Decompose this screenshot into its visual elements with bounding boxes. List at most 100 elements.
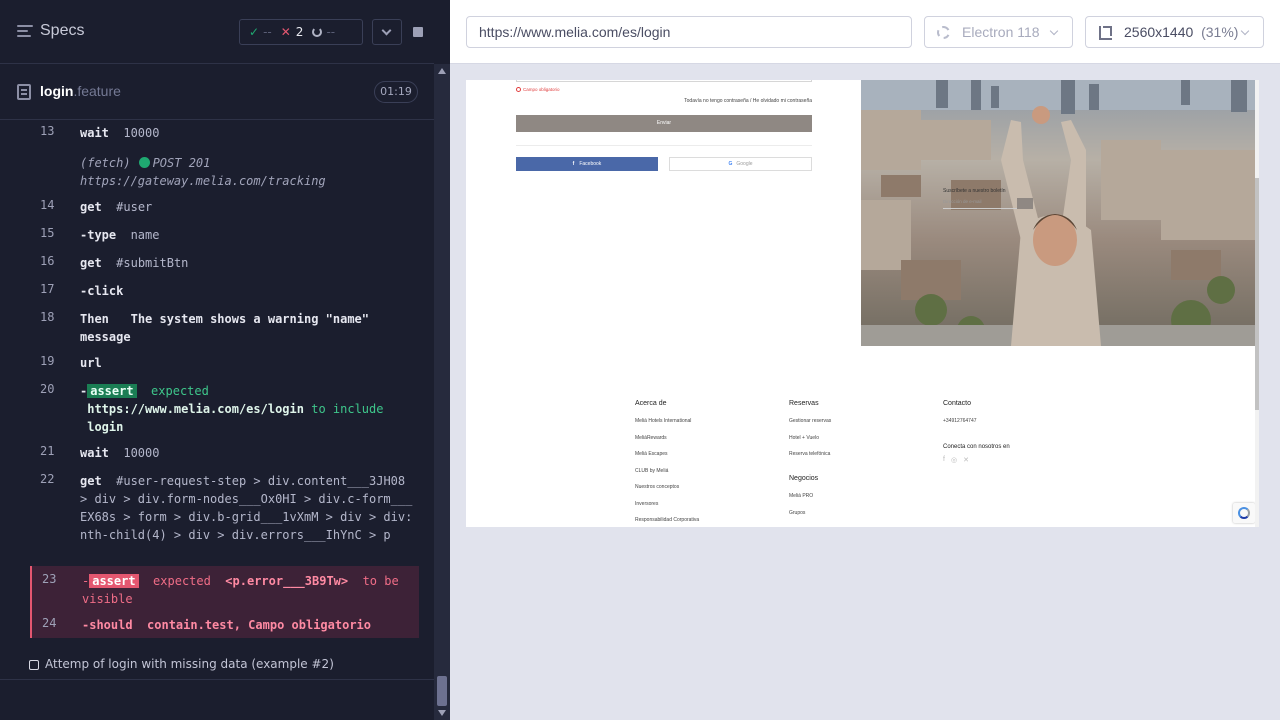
- spec-file-name[interactable]: login.feature: [40, 83, 121, 99]
- facebook-icon: f: [572, 161, 575, 167]
- command-name: get: [80, 200, 102, 214]
- aut-header: https://www.melia.com/es/login Electron …: [450, 0, 1280, 64]
- assert-failed-row[interactable]: 23 - assert expected <p.error___3B9Tw> to…: [30, 566, 419, 610]
- electron-icon: [937, 26, 950, 39]
- spec-file-row[interactable]: login.feature 01:19: [0, 64, 434, 120]
- viewport-label: 2560x1440 (31%): [1124, 17, 1238, 47]
- footer-heading: Contacto: [943, 400, 972, 407]
- assert-value: <p.error___3B9Tw>: [225, 574, 349, 588]
- site-footer: Acerca de Meliá Hotels International Mel…: [466, 400, 1259, 527]
- failed-command-row[interactable]: 24 -should contain.test, Campo obligator…: [30, 610, 419, 638]
- recaptcha-icon: [1238, 507, 1250, 519]
- contact-phone[interactable]: +34912764747: [943, 418, 1010, 424]
- command-row[interactable]: 21 wait 10000: [30, 444, 419, 468]
- password-links[interactable]: Todavía no tengo contraseña / He olvidad…: [666, 98, 812, 104]
- command-arg: name: [130, 228, 160, 242]
- command-number: 17: [40, 282, 55, 296]
- hero-photo: [861, 80, 1255, 346]
- newsletter-email-input[interactable]: Dirección de e-mail: [943, 199, 1017, 209]
- field-error-message: Campo obligatorio: [516, 87, 560, 92]
- instagram-icon[interactable]: ◎: [951, 456, 957, 464]
- footer-link[interactable]: Nuestros conceptos: [635, 484, 699, 490]
- pending-stat: --: [312, 25, 335, 39]
- failed-count: 2: [295, 25, 304, 39]
- footer-link[interactable]: Meliá Hotels International: [635, 418, 699, 424]
- footer-link[interactable]: Reserva telefónica: [789, 451, 831, 457]
- footer-link[interactable]: Grupos: [789, 510, 831, 516]
- test-stats: ✓ -- ✕ 2 --: [239, 19, 363, 45]
- footer-link[interactable]: Meliá PRO: [789, 493, 831, 499]
- user-input[interactable]: [516, 80, 812, 82]
- command-row[interactable]: 13 wait 10000: [30, 124, 419, 148]
- footer-link[interactable]: Responsabilidad Corporativa: [635, 517, 699, 523]
- command-row[interactable]: 16 get #submitBtn: [30, 254, 419, 278]
- command-row[interactable]: 15 -type name: [30, 226, 419, 250]
- footer-link[interactable]: Meliá Escapes: [635, 451, 699, 457]
- assert-badge: assert: [87, 384, 137, 398]
- command-log-scrollbar[interactable]: [434, 64, 450, 720]
- stop-button[interactable]: [408, 19, 428, 45]
- field-error-text: Campo obligatorio: [523, 87, 560, 92]
- assert-text: expected: [151, 384, 209, 398]
- specs-header: Specs ✓ -- ✕ 2 --: [0, 0, 434, 64]
- scrollbar-thumb[interactable]: [437, 676, 447, 706]
- command-log-panel: Specs ✓ -- ✕ 2 -- login.feature 01:19 13…: [0, 0, 450, 720]
- command-name: url: [80, 356, 102, 370]
- url-bar[interactable]: https://www.melia.com/es/login: [466, 16, 912, 48]
- command-name: get: [80, 474, 102, 488]
- chevron-down-icon: [1049, 26, 1059, 36]
- chevron-down-icon: [1240, 26, 1250, 36]
- command-row[interactable]: 17 -click: [30, 282, 419, 306]
- command-list: 13 wait 10000 (fetch) POST 201 https://gat…: [0, 120, 434, 650]
- viewport-select[interactable]: 2560x1440 (31%): [1085, 16, 1264, 48]
- toggle-auto-scroll-button[interactable]: [372, 19, 402, 45]
- duration-badge: 01:19: [374, 81, 418, 103]
- status-dot-icon: [138, 157, 150, 168]
- specs-title[interactable]: Specs: [40, 22, 84, 40]
- scroll-up-icon[interactable]: [438, 68, 446, 74]
- footer-link[interactable]: Hotel + Vuelo: [789, 435, 831, 441]
- spinner-icon: [312, 27, 323, 37]
- test-example-row[interactable]: Attemp of login with missing data (examp…: [0, 650, 434, 680]
- step-row[interactable]: 18 Then The system shows a warning "name…: [30, 310, 419, 348]
- failed-stat: ✕ 2: [281, 25, 304, 39]
- aut-iframe[interactable]: Campo obligatorio Todavía no tengo contr…: [466, 80, 1259, 527]
- command-number: 13: [40, 124, 55, 138]
- google-login-button[interactable]: G Google: [669, 157, 812, 171]
- recaptcha-badge[interactable]: [1233, 503, 1255, 523]
- footer-link[interactable]: CLUB by Meliá: [635, 468, 699, 474]
- footer-link[interactable]: Inversores: [635, 501, 699, 507]
- scroll-down-icon[interactable]: [438, 710, 446, 716]
- command-arg: #user: [116, 200, 153, 214]
- command-arg: 10000: [123, 446, 160, 460]
- newsletter-submit-button[interactable]: [1017, 198, 1033, 209]
- fetch-log-row[interactable]: (fetch) POST 201 https://gateway.melia.com…: [30, 154, 419, 192]
- facebook-icon[interactable]: f: [943, 456, 945, 464]
- submit-button[interactable]: Enviar: [516, 115, 812, 132]
- google-label: Google: [736, 161, 753, 167]
- passed-stat: ✓ --: [249, 25, 272, 39]
- specs-list-icon[interactable]: [17, 25, 33, 39]
- assert-passed-row[interactable]: 20 - assert expected https://www.melia.co…: [30, 382, 419, 438]
- command-number: 14: [40, 198, 55, 212]
- x-twitter-icon[interactable]: ✕: [963, 456, 969, 464]
- command-name: wait: [80, 446, 109, 460]
- command-row[interactable]: 22 get #user-request-step > div.content_…: [30, 472, 419, 564]
- assert-url: https://www.melia.com/es/login: [87, 402, 304, 416]
- assert-text: to include: [311, 402, 384, 416]
- iframe-scrollbar[interactable]: [1255, 80, 1259, 527]
- footer-link[interactable]: MeliáRewards: [635, 435, 699, 441]
- command-arg: 10000: [123, 126, 160, 140]
- footer-heading: Conecta con nosotros en: [943, 444, 1010, 450]
- newsletter-title: Suscríbete a nuestro boletín: [943, 188, 1006, 194]
- command-name: get: [80, 256, 102, 270]
- assert-value: login: [87, 420, 124, 434]
- command-row[interactable]: 19 url: [30, 354, 419, 378]
- check-icon: ✓: [249, 25, 260, 39]
- browser-select[interactable]: Electron 118: [924, 16, 1073, 48]
- scrollbar-thumb[interactable]: [1255, 178, 1259, 410]
- footer-heading: Reservas: [789, 400, 819, 407]
- facebook-login-button[interactable]: f Facebook: [516, 157, 658, 171]
- command-row[interactable]: 14 get #user: [30, 198, 419, 222]
- footer-link[interactable]: Gestionar reservas: [789, 418, 831, 424]
